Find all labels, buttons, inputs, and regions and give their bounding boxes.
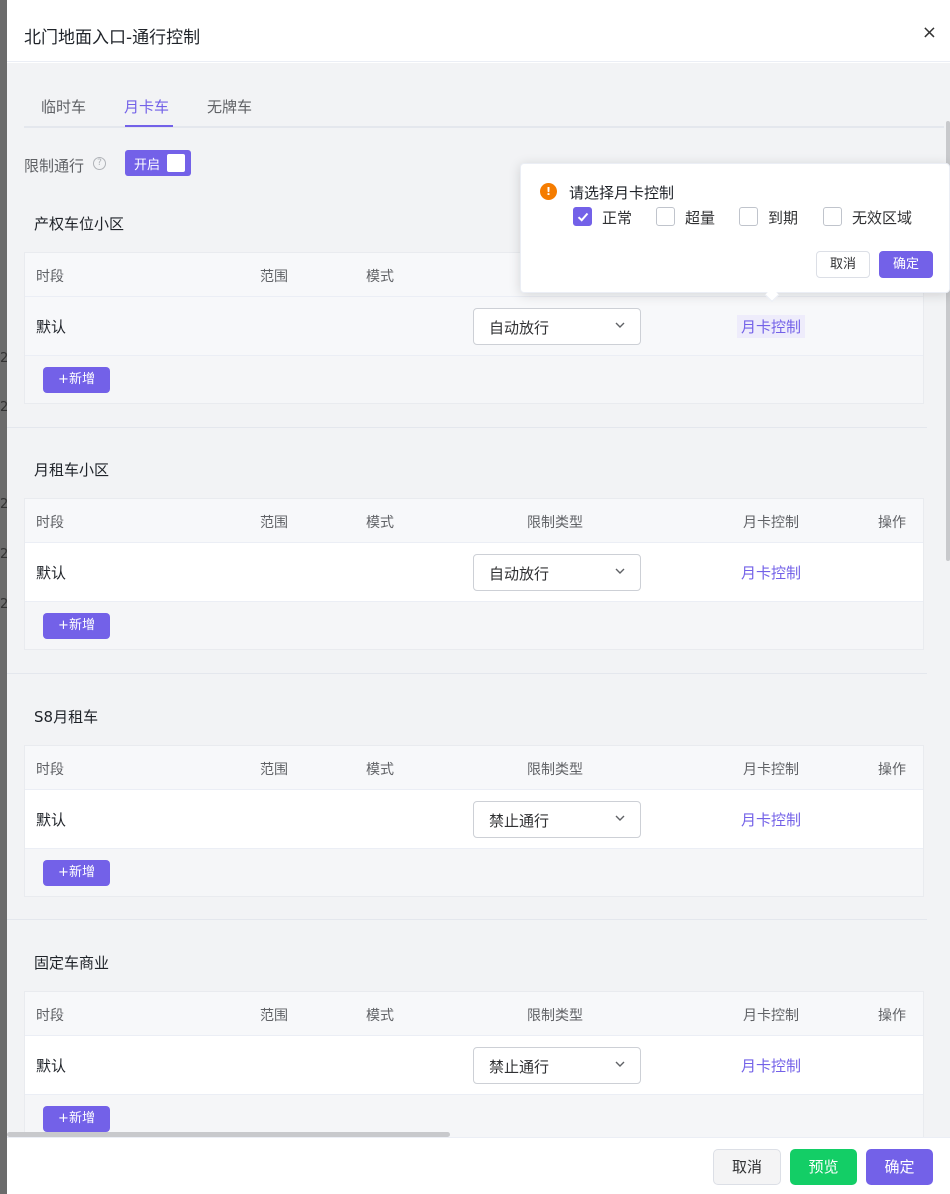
table-header: 时段 范围 模式 限制类型 月卡控制 操作: [25, 746, 923, 790]
col-range: 范围: [260, 515, 288, 531]
card-control-link[interactable]: 月卡控制: [741, 562, 801, 583]
warning-circle-icon: !: [540, 183, 557, 200]
limit-type-select[interactable]: 禁止通行: [473, 1047, 641, 1084]
section-divider: [7, 919, 927, 920]
close-icon[interactable]: ×: [922, 23, 937, 43]
table-row: 默认 禁止通行 月卡控制: [25, 790, 923, 849]
checkbox-box: [656, 207, 675, 226]
rules-table: 时段 范围 模式 限制类型 月卡控制 操作 默认 禁止通行 月卡控制 +新增: [24, 745, 924, 897]
section-title: S8月租车: [34, 708, 99, 726]
cell-period: 默认: [36, 564, 67, 582]
select-value: 禁止通行: [489, 1058, 550, 1076]
col-mode: 模式: [366, 762, 394, 778]
section-title: 月租车小区: [34, 461, 110, 479]
switch-knob: [167, 154, 185, 172]
col-card-control: 月卡控制: [743, 1008, 799, 1024]
card-control-popover: ! 请选择月卡控制 正常 超量 到期 无效区域 取消 确定: [520, 163, 950, 303]
rules-table: 时段 范围 模式 限制类型 月卡控制 操作 默认 自动放行 月卡控制 +新增: [24, 498, 924, 650]
col-action: 操作: [878, 1008, 906, 1024]
table-row: 默认 自动放行 月卡控制: [25, 297, 923, 356]
col-period: 时段: [36, 269, 64, 285]
checkbox-box: [739, 207, 758, 226]
section-title: 产权车位小区: [34, 215, 125, 233]
col-limit-type: 限制类型: [527, 1008, 583, 1024]
chevron-down-icon: [615, 568, 625, 574]
select-value: 自动放行: [489, 319, 550, 337]
chevron-down-icon: [615, 1061, 625, 1067]
checkbox-box: [573, 207, 592, 226]
question-circle-icon[interactable]: ?: [93, 157, 106, 170]
col-range: 范围: [260, 762, 288, 778]
cell-period: 默认: [36, 1057, 67, 1075]
col-range: 范围: [260, 269, 288, 285]
select-value: 禁止通行: [489, 812, 550, 830]
col-limit-type: 限制类型: [527, 515, 583, 531]
cancel-button[interactable]: 取消: [713, 1149, 781, 1185]
col-period: 时段: [36, 515, 64, 531]
col-card-control: 月卡控制: [743, 515, 799, 531]
dialog-header: 北门地面入口-通行控制 ×: [7, 7, 950, 62]
limit-type-select[interactable]: 禁止通行: [473, 801, 641, 838]
option-label: 无效区域: [852, 209, 913, 227]
col-period: 时段: [36, 1008, 64, 1024]
confirm-button[interactable]: 确定: [866, 1149, 933, 1185]
checkbox-box: [823, 207, 842, 226]
col-range: 范围: [260, 1008, 288, 1024]
table-header: 时段 范围 模式 限制类型 月卡控制 操作: [25, 992, 923, 1036]
dialog-footer: 取消 预览 确定: [7, 1137, 950, 1194]
restrict-passage-switch[interactable]: 开启: [125, 150, 191, 176]
section-title: 固定车商业: [34, 954, 110, 972]
table-header: 时段 范围 模式 限制类型 月卡控制 操作: [25, 499, 923, 543]
cell-period: 默认: [36, 318, 67, 336]
col-mode: 模式: [366, 515, 394, 531]
popover-cancel-button[interactable]: 取消: [816, 251, 870, 278]
tab-temporary-vehicle[interactable]: 临时车: [41, 96, 86, 117]
limit-type-select[interactable]: 自动放行: [473, 308, 641, 345]
add-rule-button[interactable]: +新增: [43, 860, 110, 886]
tab-unlicensed-vehicle[interactable]: 无牌车: [207, 96, 252, 117]
section-divider: [7, 673, 927, 674]
switch-text: 开启: [134, 158, 161, 173]
popover-title: 请选择月卡控制: [569, 184, 675, 202]
active-tab-indicator: [125, 125, 173, 127]
limit-type-select[interactable]: 自动放行: [473, 554, 641, 591]
check-icon: [577, 212, 589, 222]
chevron-down-icon: [615, 322, 625, 328]
col-action: 操作: [878, 762, 906, 778]
tab-monthly-card-vehicle[interactable]: 月卡车: [124, 96, 169, 117]
option-label: 超量: [685, 209, 716, 227]
col-action: 操作: [878, 515, 906, 531]
add-rule-button[interactable]: +新增: [43, 367, 110, 393]
restrict-passage-label: 限制通行: [24, 157, 85, 175]
card-control-link[interactable]: 月卡控制: [741, 1055, 801, 1076]
preview-button[interactable]: 预览: [790, 1149, 857, 1185]
popover-confirm-button[interactable]: 确定: [879, 251, 933, 278]
add-rule-button[interactable]: +新增: [43, 1106, 110, 1132]
option-label: 到期: [768, 209, 799, 227]
col-card-control: 月卡控制: [743, 762, 799, 778]
option-label: 正常: [602, 209, 633, 227]
select-value: 自动放行: [489, 565, 550, 583]
table-row: 默认 自动放行 月卡控制: [25, 543, 923, 602]
col-mode: 模式: [366, 269, 394, 285]
chevron-down-icon: [615, 815, 625, 821]
dialog-title: 北门地面入口-通行控制: [24, 28, 201, 48]
card-control-link[interactable]: 月卡控制: [737, 315, 806, 338]
vehicle-type-tabs: 临时车 月卡车 无牌车: [24, 63, 944, 128]
rules-table: 时段 范围 模式 限制类型 月卡控制 操作 默认 禁止通行 月卡控制 +新增: [24, 991, 924, 1137]
col-period: 时段: [36, 762, 64, 778]
card-control-link[interactable]: 月卡控制: [741, 809, 801, 830]
table-row: 默认 禁止通行 月卡控制: [25, 1036, 923, 1095]
col-limit-type: 限制类型: [527, 762, 583, 778]
section-divider: [7, 427, 927, 428]
col-mode: 模式: [366, 1008, 394, 1024]
cell-period: 默认: [36, 811, 67, 829]
add-rule-button[interactable]: +新增: [43, 613, 110, 639]
